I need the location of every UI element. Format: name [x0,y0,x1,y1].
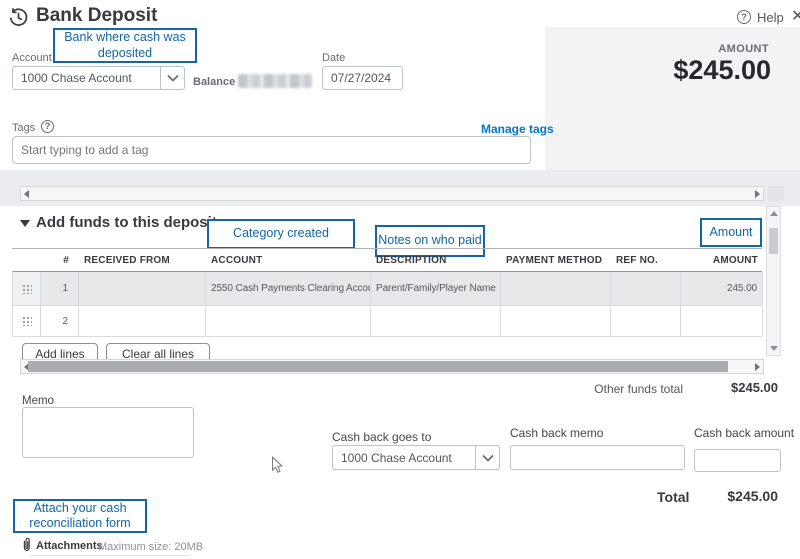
drag-handle-icon[interactable] [13,272,41,305]
mouse-cursor [271,456,284,480]
date-label: Date [322,52,345,64]
drag-header-cell [13,249,41,271]
attachments-divider [30,555,190,556]
tags-help-icon[interactable]: ? [41,120,54,133]
other-funds-total-label: Other funds total [560,382,683,396]
help-icon[interactable]: ? [737,10,751,24]
col-ref-no: REF NO. [611,249,681,271]
cell-payment-method[interactable] [501,306,611,336]
cell-payment-method[interactable] [501,272,611,305]
cell-num: 1 [41,272,79,305]
cell-num: 2 [41,306,79,336]
annotation-bank-callout: Bank where cash was deposited [53,28,197,63]
horizontal-scrollbar-thumb[interactable] [28,361,728,372]
other-funds-total-value: $245.00 [731,380,778,395]
cell-received-from[interactable] [79,306,206,336]
scroll-right-icon[interactable] [755,363,760,371]
table-row[interactable]: 2 [12,306,762,337]
col-num: # [41,249,79,271]
cash-back-amount-label: Cash back amount [694,426,794,440]
cell-amount[interactable]: 245.00 [681,272,763,305]
col-amount: AMOUNT [681,249,763,271]
scroll-right-icon[interactable] [755,190,760,198]
date-input[interactable] [322,66,403,90]
total-label: Total [657,489,689,505]
bank-deposit-screen: Bank Deposit ? Help ✕ AMOUNT $245.00 Ban… [0,0,800,559]
cell-account[interactable] [206,306,371,336]
vertical-scrollbar-thumb[interactable] [769,228,778,254]
col-payment-method: PAYMENT METHOD [501,249,611,271]
cash-back-amount-input[interactable] [694,449,781,472]
attachments-max-size: Maximum size: 20MB [98,541,203,553]
cash-back-memo-input[interactable] [510,445,685,470]
table-header-row: # RECEIVED FROM ACCOUNT DESCRIPTION PAYM… [12,249,762,272]
table-row[interactable]: 1 2550 Cash Payments Clearing Account Pa… [12,272,762,306]
annotation-amount-callout: Amount [700,218,762,247]
scroll-up-icon[interactable] [770,211,778,216]
cell-description[interactable]: Parent/Family/Player Name [371,272,501,305]
col-received-from: RECEIVED FROM [79,249,206,271]
top-horizontal-scrollbar[interactable] [20,186,764,201]
total-value: $245.00 [727,488,778,504]
chevron-down-icon [160,67,184,89]
annotation-attach-callout: Attach your cash reconciliation form [13,499,147,533]
cell-description[interactable] [371,306,501,336]
balance-redacted-value [238,74,312,88]
scroll-left-icon[interactable] [24,190,29,198]
cash-back-memo-label: Cash back memo [510,426,603,440]
chevron-down-icon [475,446,499,469]
annotation-category-callout: Category created [207,219,355,249]
recurring-clock-icon [8,7,29,33]
section-title: Add funds to this deposit [36,214,217,231]
scroll-down-icon[interactable] [770,346,778,351]
cell-account[interactable]: 2550 Cash Payments Clearing Account [206,272,371,305]
account-label: Account [12,52,52,64]
help-button[interactable]: Help [757,10,784,25]
cell-amount[interactable] [681,306,763,336]
account-select-value: 1000 Chase Account [13,71,160,85]
deposit-lines-table: # RECEIVED FROM ACCOUNT DESCRIPTION PAYM… [12,248,762,337]
memo-textarea[interactable] [22,407,194,458]
tags-label: Tags [12,122,35,134]
cash-back-goes-to-value: 1000 Chase Account [333,451,475,465]
amount-value: $245.00 [673,55,771,86]
balance-label: Balance [193,76,235,88]
amount-label: AMOUNT [718,43,769,55]
tags-input[interactable] [12,136,531,164]
cash-back-goes-to-label: Cash back goes to [332,430,431,444]
manage-tags-link[interactable]: Manage tags [481,122,554,136]
cell-ref-no[interactable] [611,306,681,336]
collapse-triangle-icon[interactable] [20,220,30,227]
account-select[interactable]: 1000 Chase Account [12,66,185,90]
close-icon[interactable]: ✕ [791,6,800,26]
cell-received-from[interactable] [79,272,206,305]
col-account: ACCOUNT [206,249,371,271]
cash-back-goes-to-select[interactable]: 1000 Chase Account [332,445,500,470]
drag-handle-icon[interactable] [13,306,41,336]
attachments-button[interactable]: Attachments [36,540,103,552]
memo-label: Memo [22,395,54,407]
cell-ref-no[interactable] [611,272,681,305]
scrollbar-corner [768,186,784,201]
col-description: DESCRIPTION [371,249,501,271]
page-title: Bank Deposit [36,5,157,27]
